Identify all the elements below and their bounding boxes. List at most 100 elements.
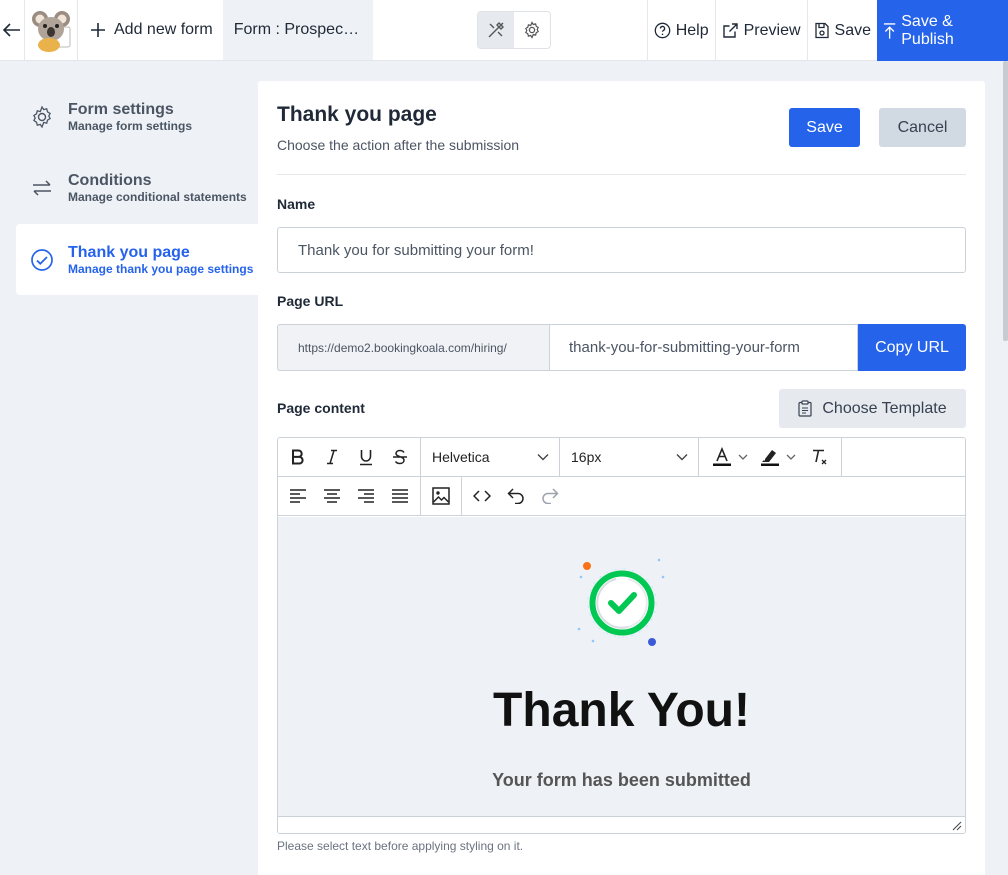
page-url-label: Page URL bbox=[277, 293, 344, 309]
rich-text-editor: Helvetica 16px Thank You! Your form has … bbox=[277, 437, 966, 834]
strikethrough-button[interactable] bbox=[383, 438, 417, 476]
name-input[interactable]: Thank you for submitting your form! bbox=[277, 227, 966, 273]
clipboard-icon bbox=[798, 400, 812, 417]
chevron-down-icon bbox=[676, 454, 688, 461]
clear-format-icon bbox=[813, 449, 827, 465]
upload-arrow-icon bbox=[883, 22, 896, 39]
insert-image-button[interactable] bbox=[424, 477, 458, 515]
arrows-icon bbox=[33, 179, 51, 196]
sidebar-item-text: Thank you page Manage thank you page set… bbox=[68, 244, 253, 276]
sidebar-item-text: Conditions Manage conditional statements bbox=[68, 172, 247, 204]
add-new-form-label: Add new form bbox=[114, 21, 213, 38]
editor-resize-bar[interactable] bbox=[278, 816, 965, 833]
success-check-icon bbox=[577, 558, 665, 646]
history-group bbox=[462, 477, 570, 515]
page-content-label: Page content bbox=[277, 400, 365, 416]
undo-icon bbox=[507, 488, 524, 504]
editor-content[interactable]: Thank You! Your form has been submitted bbox=[278, 517, 965, 816]
copy-url-button[interactable]: Copy URL bbox=[858, 324, 966, 371]
resize-handle-icon bbox=[952, 821, 962, 831]
back-button[interactable] bbox=[0, 0, 24, 60]
underline-button[interactable] bbox=[349, 438, 383, 476]
font-size-value: 16px bbox=[571, 449, 602, 465]
sidebar-item-form-settings[interactable]: Form settings Manage form settings bbox=[16, 81, 258, 152]
align-right-button[interactable] bbox=[349, 477, 383, 515]
align-center-button[interactable] bbox=[315, 477, 349, 515]
check-circle-icon bbox=[31, 248, 53, 271]
italic-icon bbox=[327, 449, 337, 465]
sidebar-item-text: Form settings Manage form settings bbox=[68, 101, 192, 133]
sidebar-item-thank-you-page[interactable]: Thank you page Manage thank you page set… bbox=[16, 224, 258, 295]
settings-mode-button[interactable] bbox=[514, 12, 550, 48]
chevron-down-icon bbox=[738, 454, 748, 460]
text-color-button[interactable] bbox=[707, 438, 753, 476]
format-group bbox=[278, 438, 421, 476]
font-family-select[interactable]: Helvetica bbox=[421, 438, 560, 476]
preview-button[interactable]: Preview bbox=[714, 0, 807, 61]
text-color-icon bbox=[713, 447, 731, 466]
save-icon bbox=[814, 22, 829, 39]
page-scrollbar[interactable] bbox=[1003, 61, 1008, 341]
strikethrough-icon bbox=[393, 449, 407, 465]
align-left-button[interactable] bbox=[281, 477, 315, 515]
font-size-select[interactable]: 16px bbox=[560, 438, 699, 476]
koala-logo-icon bbox=[32, 11, 71, 52]
align-justify-button[interactable] bbox=[383, 477, 417, 515]
plus-icon bbox=[91, 23, 105, 37]
top-bar: Add new form Form : Prospecti... Help Pr… bbox=[0, 0, 1008, 61]
editor-toolbar-row-1: Helvetica 16px bbox=[278, 438, 965, 477]
page-url-row: https://demo2.bookingkoala.com/hiring/ t… bbox=[277, 324, 966, 371]
editor-hint: Please select text before applying styli… bbox=[277, 839, 524, 853]
chevron-down-icon bbox=[786, 454, 796, 460]
redo-button[interactable] bbox=[533, 477, 567, 515]
name-label: Name bbox=[277, 196, 316, 212]
bold-icon bbox=[292, 449, 304, 465]
save-publish-button[interactable]: Save & Publish bbox=[877, 0, 1008, 61]
gear-icon bbox=[525, 21, 539, 39]
underline-icon bbox=[360, 449, 372, 465]
external-link-icon bbox=[722, 23, 738, 38]
sidebar-item-conditions[interactable]: Conditions Manage conditional statements bbox=[16, 152, 258, 223]
sidebar-item-title: Thank you page bbox=[68, 243, 190, 261]
thank-you-panel: Thank you page Choose the action after t… bbox=[258, 81, 985, 875]
divider bbox=[277, 174, 966, 175]
undo-button[interactable] bbox=[499, 477, 533, 515]
add-new-form-button[interactable]: Add new form bbox=[78, 0, 223, 60]
form-tab[interactable]: Form : Prospecti... bbox=[222, 0, 373, 60]
preview-label: Preview bbox=[743, 21, 801, 39]
design-mode-button[interactable] bbox=[478, 12, 514, 48]
code-icon bbox=[473, 490, 491, 502]
align-right-icon bbox=[358, 489, 374, 503]
form-tab-label: Form : Prospecti... bbox=[233, 21, 362, 38]
choose-template-label: Choose Template bbox=[822, 399, 947, 417]
top-save-label: Save bbox=[834, 21, 871, 39]
highlight-color-button[interactable] bbox=[755, 438, 801, 476]
url-prefix: https://demo2.bookingkoala.com/hiring/ bbox=[277, 324, 549, 371]
sidebar-item-subtitle: Manage form settings bbox=[68, 118, 193, 133]
clear-format-button[interactable] bbox=[803, 438, 837, 476]
align-justify-icon bbox=[392, 489, 408, 503]
choose-template-button[interactable]: Choose Template bbox=[779, 389, 966, 428]
sidebar-item-subtitle: Manage thank you page settings bbox=[68, 261, 254, 276]
save-publish-label: Save & Publish bbox=[901, 12, 954, 48]
align-center-icon bbox=[324, 489, 340, 503]
sidebar-item-title: Conditions bbox=[68, 171, 152, 189]
help-button[interactable]: Help bbox=[646, 0, 715, 61]
sidebar-item-title: Form settings bbox=[68, 100, 174, 118]
highlighter-icon bbox=[761, 450, 779, 466]
url-slug-input[interactable]: thank-you-for-submitting-your-form bbox=[549, 324, 858, 371]
chevron-down-icon bbox=[537, 454, 549, 461]
align-group bbox=[278, 477, 421, 515]
italic-button[interactable] bbox=[315, 438, 349, 476]
sidebar: Form settings Manage form settings Condi… bbox=[0, 61, 258, 875]
bold-button[interactable] bbox=[281, 438, 315, 476]
save-button[interactable]: Save bbox=[789, 108, 860, 147]
cancel-button[interactable]: Cancel bbox=[879, 108, 966, 147]
editor-toolbar-row-2 bbox=[278, 477, 965, 516]
top-actions: Help Preview Save Save & Publish bbox=[646, 0, 1008, 61]
page-title: Thank you page bbox=[277, 103, 437, 126]
top-save-button[interactable]: Save bbox=[806, 0, 877, 61]
code-view-button[interactable] bbox=[465, 477, 499, 515]
koala-logo[interactable] bbox=[24, 0, 78, 60]
help-label: Help bbox=[675, 21, 709, 39]
